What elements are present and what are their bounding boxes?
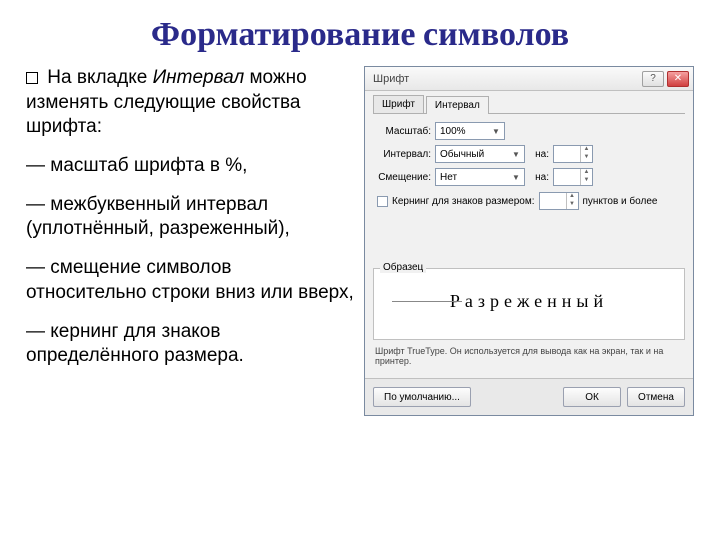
scale-combo[interactable]: 100% ▼ [435, 122, 505, 140]
shift-na-label: на: [529, 172, 549, 183]
sample-label: Образец [380, 262, 426, 273]
intro-tab: Интервал [153, 67, 245, 88]
intro-paragraph: На вкладке Интервал можно изменять следу… [26, 66, 356, 140]
scale-label: Масштаб: [373, 126, 431, 137]
font-description: Шрифт TrueType. Он используется для выво… [375, 346, 683, 366]
dialog-title: Шрифт [373, 73, 642, 85]
shift-spinner[interactable]: ▲▼ [553, 168, 593, 186]
tab-interval[interactable]: Интервал [426, 96, 489, 114]
kerning-unit: пунктов и более [583, 196, 658, 207]
cancel-button[interactable]: Отмена [627, 387, 685, 407]
window-buttons: ? ✕ [642, 71, 689, 87]
interval-value: Обычный [440, 149, 484, 160]
intro-pre: На вкладке [47, 67, 152, 88]
scale-value: 100% [440, 126, 466, 137]
dialog-footer: По умолчанию... ОК Отмена [365, 378, 693, 415]
dialog-titlebar: Шрифт ? ✕ [365, 67, 693, 91]
chevron-down-icon: ▼ [510, 150, 522, 159]
list-item-2: — межбуквенный интервал (уплотнённый, ра… [26, 193, 356, 242]
interval-spinner[interactable]: ▲▼ [553, 145, 593, 163]
interval-label: Интервал: [373, 149, 431, 160]
row-interval: Интервал: Обычный ▼ на: ▲▼ [373, 145, 685, 163]
list-item-3: — смещение символов относительно строки … [26, 256, 356, 305]
kerning-checkbox[interactable] [377, 196, 388, 207]
content-row: На вкладке Интервал можно изменять следу… [0, 66, 720, 416]
tab-font[interactable]: Шрифт [373, 95, 424, 113]
page-title: Форматирование символов [0, 14, 720, 54]
shift-value: Нет [440, 172, 457, 183]
row-scale: Масштаб: 100% ▼ [373, 122, 685, 140]
help-button[interactable]: ? [642, 71, 664, 87]
font-dialog: Шрифт ? ✕ Шрифт Интервал Масштаб: 100% ▼… [364, 66, 694, 416]
square-bullet-icon [26, 72, 38, 84]
tab-strip: Шрифт Интервал [373, 95, 685, 114]
ok-button[interactable]: ОК [563, 387, 621, 407]
default-button[interactable]: По умолчанию... [373, 387, 471, 407]
list-item-1: — масштаб шрифта в %, [26, 154, 356, 179]
text-column: На вкладке Интервал можно изменять следу… [26, 66, 356, 416]
close-button[interactable]: ✕ [667, 71, 689, 87]
shift-label: Смещение: [373, 172, 431, 183]
interval-combo[interactable]: Обычный ▼ [435, 145, 525, 163]
chevron-down-icon: ▼ [510, 173, 522, 182]
kerning-label: Кернинг для знаков размером: [392, 196, 535, 207]
list-item-4: — кернинг для знаков определённого разме… [26, 320, 356, 369]
sample-text: Разреженный [374, 269, 684, 312]
interval-na-label: на: [529, 149, 549, 160]
kerning-spinner[interactable]: ▲▼ [539, 192, 579, 210]
chevron-down-icon: ▼ [490, 127, 502, 136]
shift-combo[interactable]: Нет ▼ [435, 168, 525, 186]
row-kerning: Кернинг для знаков размером: ▲▼ пунктов … [377, 192, 685, 210]
sample-box: Образец Разреженный [373, 268, 685, 340]
row-shift: Смещение: Нет ▼ на: ▲▼ [373, 168, 685, 186]
dialog-body: Шрифт Интервал Масштаб: 100% ▼ Интервал:… [365, 91, 693, 378]
